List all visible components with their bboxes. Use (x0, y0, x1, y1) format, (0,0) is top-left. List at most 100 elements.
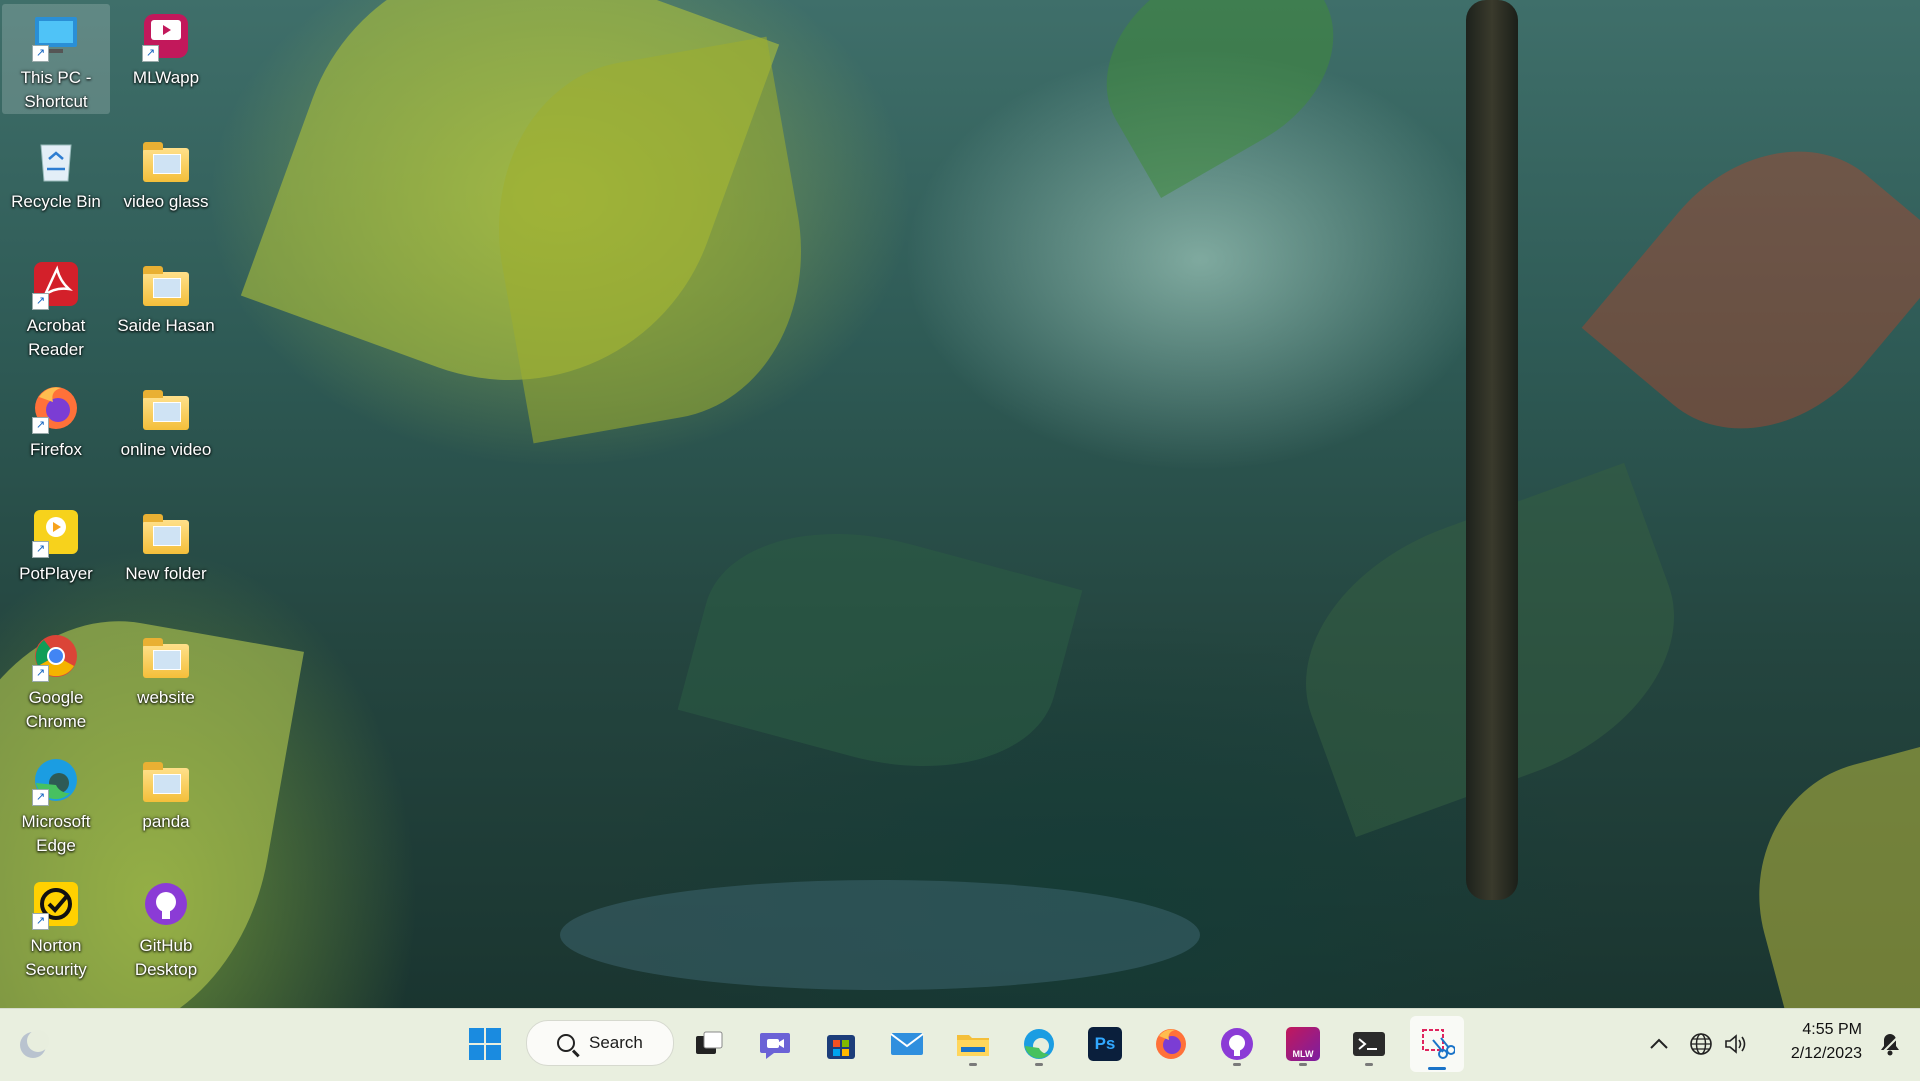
clock-button[interactable]: 4:55 PM 2/12/2023 (1766, 1018, 1862, 1066)
speaker-icon (1725, 1034, 1746, 1054)
shortcut-arrow-icon: ↗ (32, 541, 49, 558)
terminal-button[interactable] (1344, 1020, 1394, 1068)
edge-icon: ↗ (30, 754, 82, 806)
firefox-taskbar-button[interactable] (1146, 1020, 1196, 1068)
snipping-tool-icon (1422, 1029, 1455, 1059)
volume-button[interactable] (1712, 1020, 1758, 1068)
widgets-button[interactable] (8, 1021, 58, 1069)
desktop-icon-microsoft-edge[interactable]: ↗ Microsoft Edge (2, 748, 110, 858)
running-indicator (1299, 1063, 1307, 1066)
shortcut-arrow-icon: ↗ (32, 293, 49, 310)
task-view-button[interactable] (684, 1020, 734, 1068)
foreground-leaf-shape (1728, 731, 1920, 1008)
desktop-wallpaper: ↗ This PC - Shortcut ↗ MLWapp Recycle Bin vid… (0, 0, 1920, 1008)
globe-network-icon (1690, 1033, 1712, 1055)
desktop-icon-label: website (137, 688, 195, 707)
shortcut-arrow-icon: ↗ (32, 789, 49, 806)
teams-chat-icon (760, 1033, 790, 1059)
running-indicator (1035, 1063, 1043, 1066)
snipping-tool-button[interactable] (1410, 1016, 1464, 1072)
search-icon (557, 1034, 575, 1052)
desktop-icon-website[interactable]: website (112, 624, 220, 710)
running-indicator (969, 1063, 977, 1066)
folder-icon (140, 754, 192, 806)
mlwapp-taskbar-button[interactable]: MLW (1278, 1020, 1328, 1068)
fern-shape (677, 497, 1083, 803)
taskbar-search-box[interactable]: Search (526, 1020, 674, 1066)
folder-icon (140, 258, 192, 310)
mlwapp-icon: ↗ (140, 10, 192, 62)
desktop-icon-potplayer[interactable]: ↗ PotPlayer (2, 500, 110, 586)
terminal-icon (1353, 1032, 1385, 1056)
desktop-icon-label: MLWapp (132, 68, 200, 87)
desktop-icon-google-chrome[interactable]: ↗ Google Chrome (2, 624, 110, 734)
folder-icon (140, 630, 192, 682)
mail-button[interactable] (882, 1020, 932, 1068)
notifications-button[interactable] (1870, 1020, 1910, 1068)
desktop-icon-recycle-bin[interactable]: Recycle Bin (2, 128, 110, 214)
shortcut-arrow-icon: ↗ (32, 665, 49, 682)
desktop-icon-saide-hasan[interactable]: Saide Hasan (112, 252, 220, 338)
desktop-icon-panda[interactable]: panda (112, 748, 220, 834)
desktop-icon-label: panda (142, 812, 190, 831)
search-label: Search (589, 1033, 643, 1052)
active-indicator (1428, 1067, 1446, 1070)
desktop-icon-mlwapp[interactable]: ↗ MLWapp (112, 4, 220, 90)
computer-icon: ↗ (30, 10, 82, 62)
desktop-icon-label: Google Chrome (25, 688, 87, 731)
clock-date: 2/12/2023 (1790, 1045, 1862, 1062)
firefox-icon: ↗ (30, 382, 82, 434)
desktop-icon-firefox[interactable]: ↗ Firefox (2, 376, 110, 462)
red-leaf-shape (1581, 97, 1920, 483)
desktop-icon-label: New folder (125, 564, 207, 583)
running-indicator (1365, 1063, 1373, 1066)
desktop-icon-online-video[interactable]: online video (112, 376, 220, 462)
shortcut-arrow-icon: ↗ (32, 45, 49, 62)
github-desktop-icon (1221, 1028, 1253, 1060)
store-icon (827, 1035, 855, 1059)
running-indicator (1233, 1063, 1241, 1066)
microsoft-store-button[interactable] (816, 1020, 866, 1068)
notification-bell-icon (1881, 1034, 1899, 1056)
desktop-icon-label: video glass (123, 192, 209, 211)
teams-chat-button[interactable] (750, 1020, 800, 1068)
chrome-icon: ↗ (30, 630, 82, 682)
acrobat-icon: ↗ (30, 258, 82, 310)
shortcut-arrow-icon: ↗ (32, 417, 49, 434)
palm-trunk-shape (1466, 0, 1518, 900)
photoshop-button[interactable]: Ps (1080, 1020, 1130, 1068)
chevron-up-icon (1650, 1038, 1668, 1049)
desktop-icon-label: Acrobat Reader (26, 316, 86, 359)
file-explorer-button[interactable] (948, 1020, 998, 1068)
desktop-icon-label: online video (120, 440, 212, 459)
start-button[interactable] (460, 1020, 510, 1068)
leaf-shape (1071, 0, 1369, 198)
desktop-icon-acrobat-reader[interactable]: ↗ Acrobat Reader (2, 252, 110, 362)
desktop-icon-new-folder[interactable]: New folder (112, 500, 220, 586)
desktop-icon-video-glass[interactable]: video glass (112, 128, 220, 214)
desktop-icon-label: GitHub Desktop (134, 936, 198, 979)
task-view-icon (696, 1031, 723, 1054)
folder-icon (140, 382, 192, 434)
norton-icon: ↗ (30, 878, 82, 930)
folder-icon (140, 506, 192, 558)
desktop-icon-this-pc-shortcut[interactable]: ↗ This PC - Shortcut (2, 4, 110, 114)
firefox-icon (1156, 1029, 1186, 1059)
desktop-icon-label: Recycle Bin (11, 192, 101, 211)
desktop-icon-label: Firefox (30, 440, 82, 459)
stream-shape (560, 880, 1200, 990)
edge-icon (1024, 1029, 1054, 1059)
desktop-icon-label: Microsoft Edge (21, 812, 91, 855)
file-explorer-icon (957, 1035, 989, 1056)
desktop-icon-norton-security[interactable]: ↗ Norton Security (2, 872, 110, 982)
desktop-icon-label: PotPlayer (19, 564, 93, 583)
desktop-icon-github-desktop[interactable]: GitHub Desktop (112, 872, 220, 982)
weather-moon-icon (20, 1030, 49, 1058)
potplayer-icon: ↗ (30, 506, 82, 558)
edge-taskbar-button[interactable] (1014, 1020, 1064, 1068)
desktop-icon-label: This PC - Shortcut (20, 68, 92, 111)
photoshop-icon: Ps (1088, 1027, 1122, 1061)
github-desktop-taskbar-button[interactable] (1212, 1020, 1262, 1068)
clock-time: 4:55 PM (1802, 1021, 1862, 1038)
desktop-icon-label: Norton Security (25, 936, 87, 979)
